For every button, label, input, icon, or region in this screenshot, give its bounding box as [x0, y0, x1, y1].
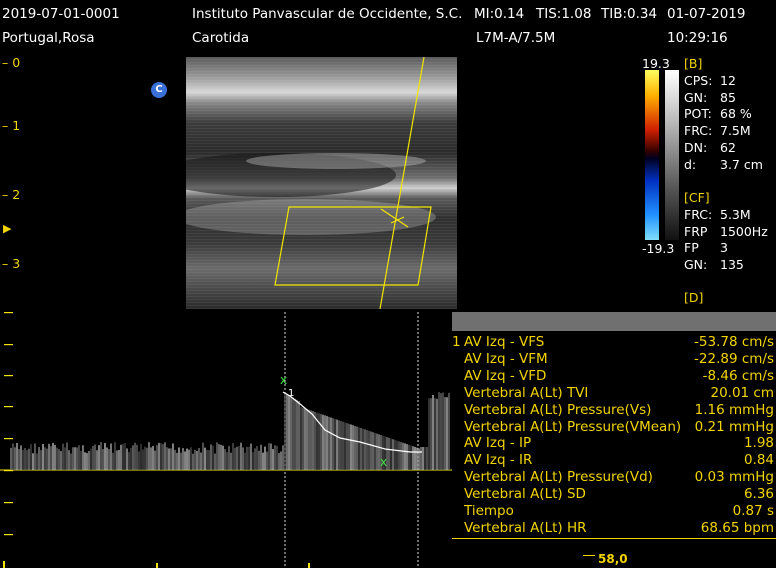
- measurement-value: -8.46 cm/s: [702, 367, 774, 384]
- measurement-label: Vertebral A(Lt) Pressure(Vs): [464, 401, 652, 418]
- b-param-value: 3.7 cm: [720, 156, 763, 172]
- measurement-row: Vertebral A(Lt) TVI 20.01 cm: [452, 385, 776, 402]
- measurement-label: AV Izq - IR: [464, 452, 533, 469]
- exam-time: 10:29:16: [667, 30, 728, 46]
- cf-param-key: FP: [684, 240, 699, 256]
- measurement-row: Vertebral A(Lt) SD 6.36: [452, 486, 776, 503]
- color-velocity-bar: [645, 70, 659, 240]
- probe-info: L7M-A/7.5M: [476, 30, 556, 46]
- measurement-label: Vertebral A(Lt) Pressure(VMean): [464, 418, 682, 435]
- exam-date: 01-07-2019: [667, 6, 746, 22]
- measurement-label: AV Izq - VFS: [464, 334, 545, 350]
- measurement-label: AV Izq - IP: [464, 435, 532, 452]
- b-param-key: DN:: [684, 139, 708, 155]
- measurement-value: 6.36: [743, 486, 774, 503]
- tib-value: TIB:0.34: [601, 6, 658, 22]
- measurement-value: 0.84: [743, 452, 774, 469]
- colorbar-max: 19.3: [642, 56, 670, 71]
- b-param-key: d:: [684, 156, 697, 172]
- measurement-value: 20.01 cm: [710, 384, 774, 401]
- measurement-label: AV Izq - VFM: [464, 350, 548, 367]
- colorbar-min: -19.3: [642, 241, 675, 256]
- depth-tick-1: – 1: [2, 118, 21, 133]
- measurement-value: 0.03 mmHg: [694, 469, 774, 486]
- d-params-title: [D]: [684, 290, 704, 305]
- b-mode-overlay: [186, 57, 436, 309]
- end-marker-icon: x: [380, 455, 387, 469]
- b-param-key: FRC:: [684, 123, 713, 139]
- measurement-divider: [452, 538, 776, 539]
- footer-marker: [583, 555, 595, 556]
- measurement-value: 0.21 mmHg: [694, 418, 774, 435]
- measurement-index: 1: [452, 334, 461, 350]
- depth-tick-2: – 2: [2, 187, 21, 202]
- b-param-value: 85: [720, 89, 736, 105]
- b-param-key: GN:: [684, 89, 708, 105]
- cf-param-key: GN:: [684, 257, 708, 273]
- mi-value: MI:0.14: [474, 6, 525, 22]
- measurement-value: 68.65 bpm: [700, 519, 774, 536]
- patient-name: Portugal,Rosa: [2, 30, 95, 46]
- orientation-marker-icon: C: [151, 82, 167, 98]
- measurement-label: AV Izq - VFD: [464, 367, 547, 384]
- b-param-value: 12: [720, 73, 736, 88]
- measurement-row: AV Izq - IR 0.84: [452, 452, 776, 469]
- measurement-label: Tiempo: [464, 503, 514, 519]
- cf-param-value: 135: [720, 257, 744, 273]
- measurement-row: AV Izq - VFD -8.46 cm/s: [452, 368, 776, 385]
- focus-marker-icon: ▶: [3, 222, 12, 235]
- b-param-key: CPS:: [684, 73, 713, 88]
- measurement-label: Vertebral A(Lt) SD: [464, 486, 586, 503]
- b-param-value: 7.5M: [720, 123, 751, 139]
- cursor-index-label: 1: [288, 388, 294, 399]
- measurement-row: 1 AV Izq - VFS -53.78 cm/s: [452, 334, 776, 351]
- cf-param-key: FRC:: [684, 207, 713, 222]
- measurement-row: Vertebral A(Lt) Pressure(VMean) 0.21 mmHg: [452, 419, 776, 436]
- cf-params-title: [CF]: [684, 190, 710, 205]
- institution-name: Instituto Panvascular de Occidente, S.C.: [192, 6, 463, 22]
- measurement-row: Vertebral A(Lt) HR 68.65 bpm: [452, 520, 776, 537]
- measurement-row: AV Izq - VFM -22.89 cm/s: [452, 351, 776, 368]
- measurement-label: Vertebral A(Lt) HR: [464, 519, 587, 536]
- sweep-speed-value: 58,0: [598, 552, 628, 566]
- measurement-value: -22.89 cm/s: [694, 350, 774, 367]
- measurement-row: Vertebral A(Lt) Pressure(Vd) 0.03 mmHg: [452, 469, 776, 486]
- spectrum-scale-ticks: [4, 312, 13, 536]
- measurement-value: 0.87 s: [732, 503, 774, 519]
- measurement-value: 1.16 mmHg: [694, 401, 774, 418]
- measurement-value: -53.78 cm/s: [694, 334, 774, 350]
- tis-value: TIS:1.08: [536, 6, 592, 22]
- measurement-row: AV Izq - IP 1.98: [452, 435, 776, 452]
- b-param-key: POT:: [684, 106, 712, 122]
- patient-id: 2019-07-01-0001: [2, 6, 120, 22]
- exam-type: Carotida: [192, 30, 250, 46]
- b-mode-image[interactable]: [186, 57, 457, 309]
- doppler-spectrum[interactable]: x x 1: [0, 312, 452, 568]
- b-params-title: [B]: [684, 56, 703, 71]
- measurement-row: Vertebral A(Lt) Pressure(Vs) 1.16 mmHg: [452, 402, 776, 419]
- measurement-row: Tiempo 0.87 s: [452, 503, 776, 520]
- peak-marker-icon: x: [280, 373, 287, 387]
- cf-param-value: 1500Hz: [720, 223, 768, 239]
- cf-param-key: FRP: [684, 223, 708, 239]
- measurement-value: 1.98: [743, 435, 774, 452]
- measurement-label: Vertebral A(Lt) Pressure(Vd): [464, 469, 653, 486]
- measurement-label: Vertebral A(Lt) TVI: [464, 384, 589, 401]
- b-param-value: 62: [720, 139, 736, 155]
- measurement-header-band: [452, 312, 776, 331]
- grayscale-bar: [665, 70, 679, 240]
- depth-tick-3: – 3: [2, 256, 21, 271]
- cf-param-value: 5.3M: [720, 207, 751, 222]
- cf-param-value: 3: [720, 240, 728, 256]
- b-param-value: 68 %: [720, 106, 752, 122]
- depth-tick-0: – 0: [2, 55, 21, 70]
